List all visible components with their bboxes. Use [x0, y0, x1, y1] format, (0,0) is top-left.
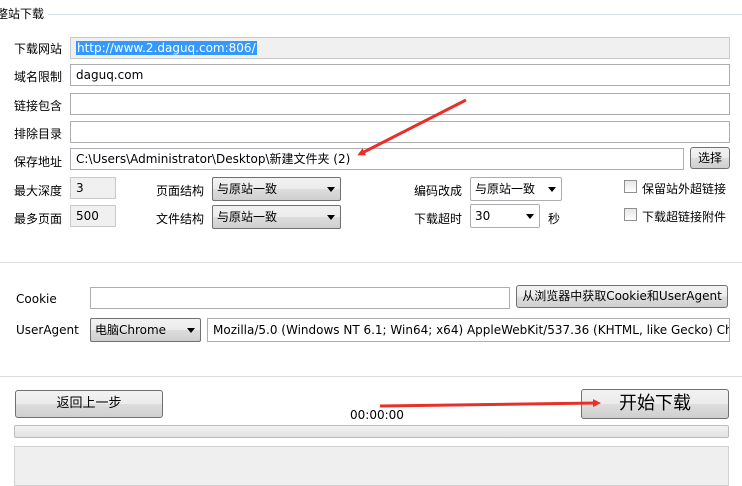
max-pages-field[interactable]: 500	[70, 205, 116, 227]
chevron-down-icon	[327, 187, 335, 192]
keep-external-label: 保留站外超链接	[642, 182, 727, 196]
page-structure-label: 页面结构	[156, 184, 205, 198]
group-divider	[0, 14, 742, 15]
useragent-field[interactable]: Mozilla/5.0 (Windows NT 6.1; Win64; x64)…	[207, 318, 730, 342]
cookie-field[interactable]	[90, 287, 510, 309]
exclude-dir-field[interactable]	[70, 121, 730, 143]
link-contains-field[interactable]	[70, 93, 730, 115]
download-progress-bar	[14, 425, 729, 438]
timeout-label: 下载超时	[414, 212, 463, 226]
save-path-field[interactable]: C:\Users\Administrator\Desktop\新建文件夹 (2)	[70, 148, 684, 170]
section-divider-bottom	[0, 376, 742, 377]
page-structure-value: 与原站一致	[217, 182, 278, 196]
url-label: 下载网站	[14, 42, 63, 56]
keep-external-checkbox[interactable]	[624, 180, 637, 193]
browse-button[interactable]: 选择	[690, 147, 730, 169]
useragent-preset-value: 电脑Chrome	[95, 323, 167, 337]
chevron-down-icon	[548, 187, 556, 192]
page-structure-select[interactable]: 与原站一致	[212, 177, 341, 201]
file-structure-select[interactable]: 与原站一致	[212, 205, 341, 229]
file-structure-value: 与原站一致	[217, 210, 278, 224]
arrow-to-start-button	[379, 399, 601, 408]
chevron-down-icon	[526, 214, 534, 219]
get-from-browser-button[interactable]: 从浏览器中获取Cookie和UserAgent	[516, 285, 728, 308]
back-button[interactable]: 返回上一步	[15, 390, 163, 418]
chevron-down-icon	[187, 328, 195, 333]
download-attachments-checkbox[interactable]	[624, 208, 637, 221]
exclude-dir-label: 排除目录	[14, 127, 63, 141]
timeout-unit: 秒	[548, 212, 561, 226]
link-contains-label: 链接包含	[14, 99, 63, 113]
timer: 00:00:00	[350, 408, 404, 422]
section-divider	[0, 262, 742, 263]
cookie-label: Cookie	[16, 292, 57, 306]
max-depth-field[interactable]: 3	[70, 177, 116, 199]
timeout-value: 30	[475, 209, 491, 223]
file-structure-label: 文件结构	[156, 212, 205, 226]
encoding-select[interactable]: 与原站一致	[470, 177, 562, 201]
group-title: 整站下载	[0, 5, 49, 22]
domain-label: 域名限制	[14, 70, 63, 84]
encoding-value: 与原站一致	[475, 182, 536, 196]
useragent-preset-select[interactable]: 电脑Chrome	[90, 318, 201, 342]
url-field[interactable]: http://www.2.daguq.com:806/	[70, 37, 730, 59]
domain-field[interactable]: daguq.com	[70, 64, 730, 86]
max-pages-label: 最多页面	[14, 212, 63, 226]
url-value: http://www.2.daguq.com:806/	[76, 41, 257, 55]
download-attachments-label: 下载超链接附件	[642, 210, 727, 224]
encoding-label: 编码改成	[414, 184, 463, 198]
timeout-select[interactable]: 30	[470, 204, 540, 228]
log-panel	[14, 446, 729, 486]
save-path-label: 保存地址	[14, 155, 63, 169]
max-depth-label: 最大深度	[14, 184, 63, 198]
start-download-button[interactable]: 开始下载	[581, 389, 729, 419]
useragent-label: UserAgent	[16, 323, 79, 337]
chevron-down-icon	[327, 215, 335, 220]
